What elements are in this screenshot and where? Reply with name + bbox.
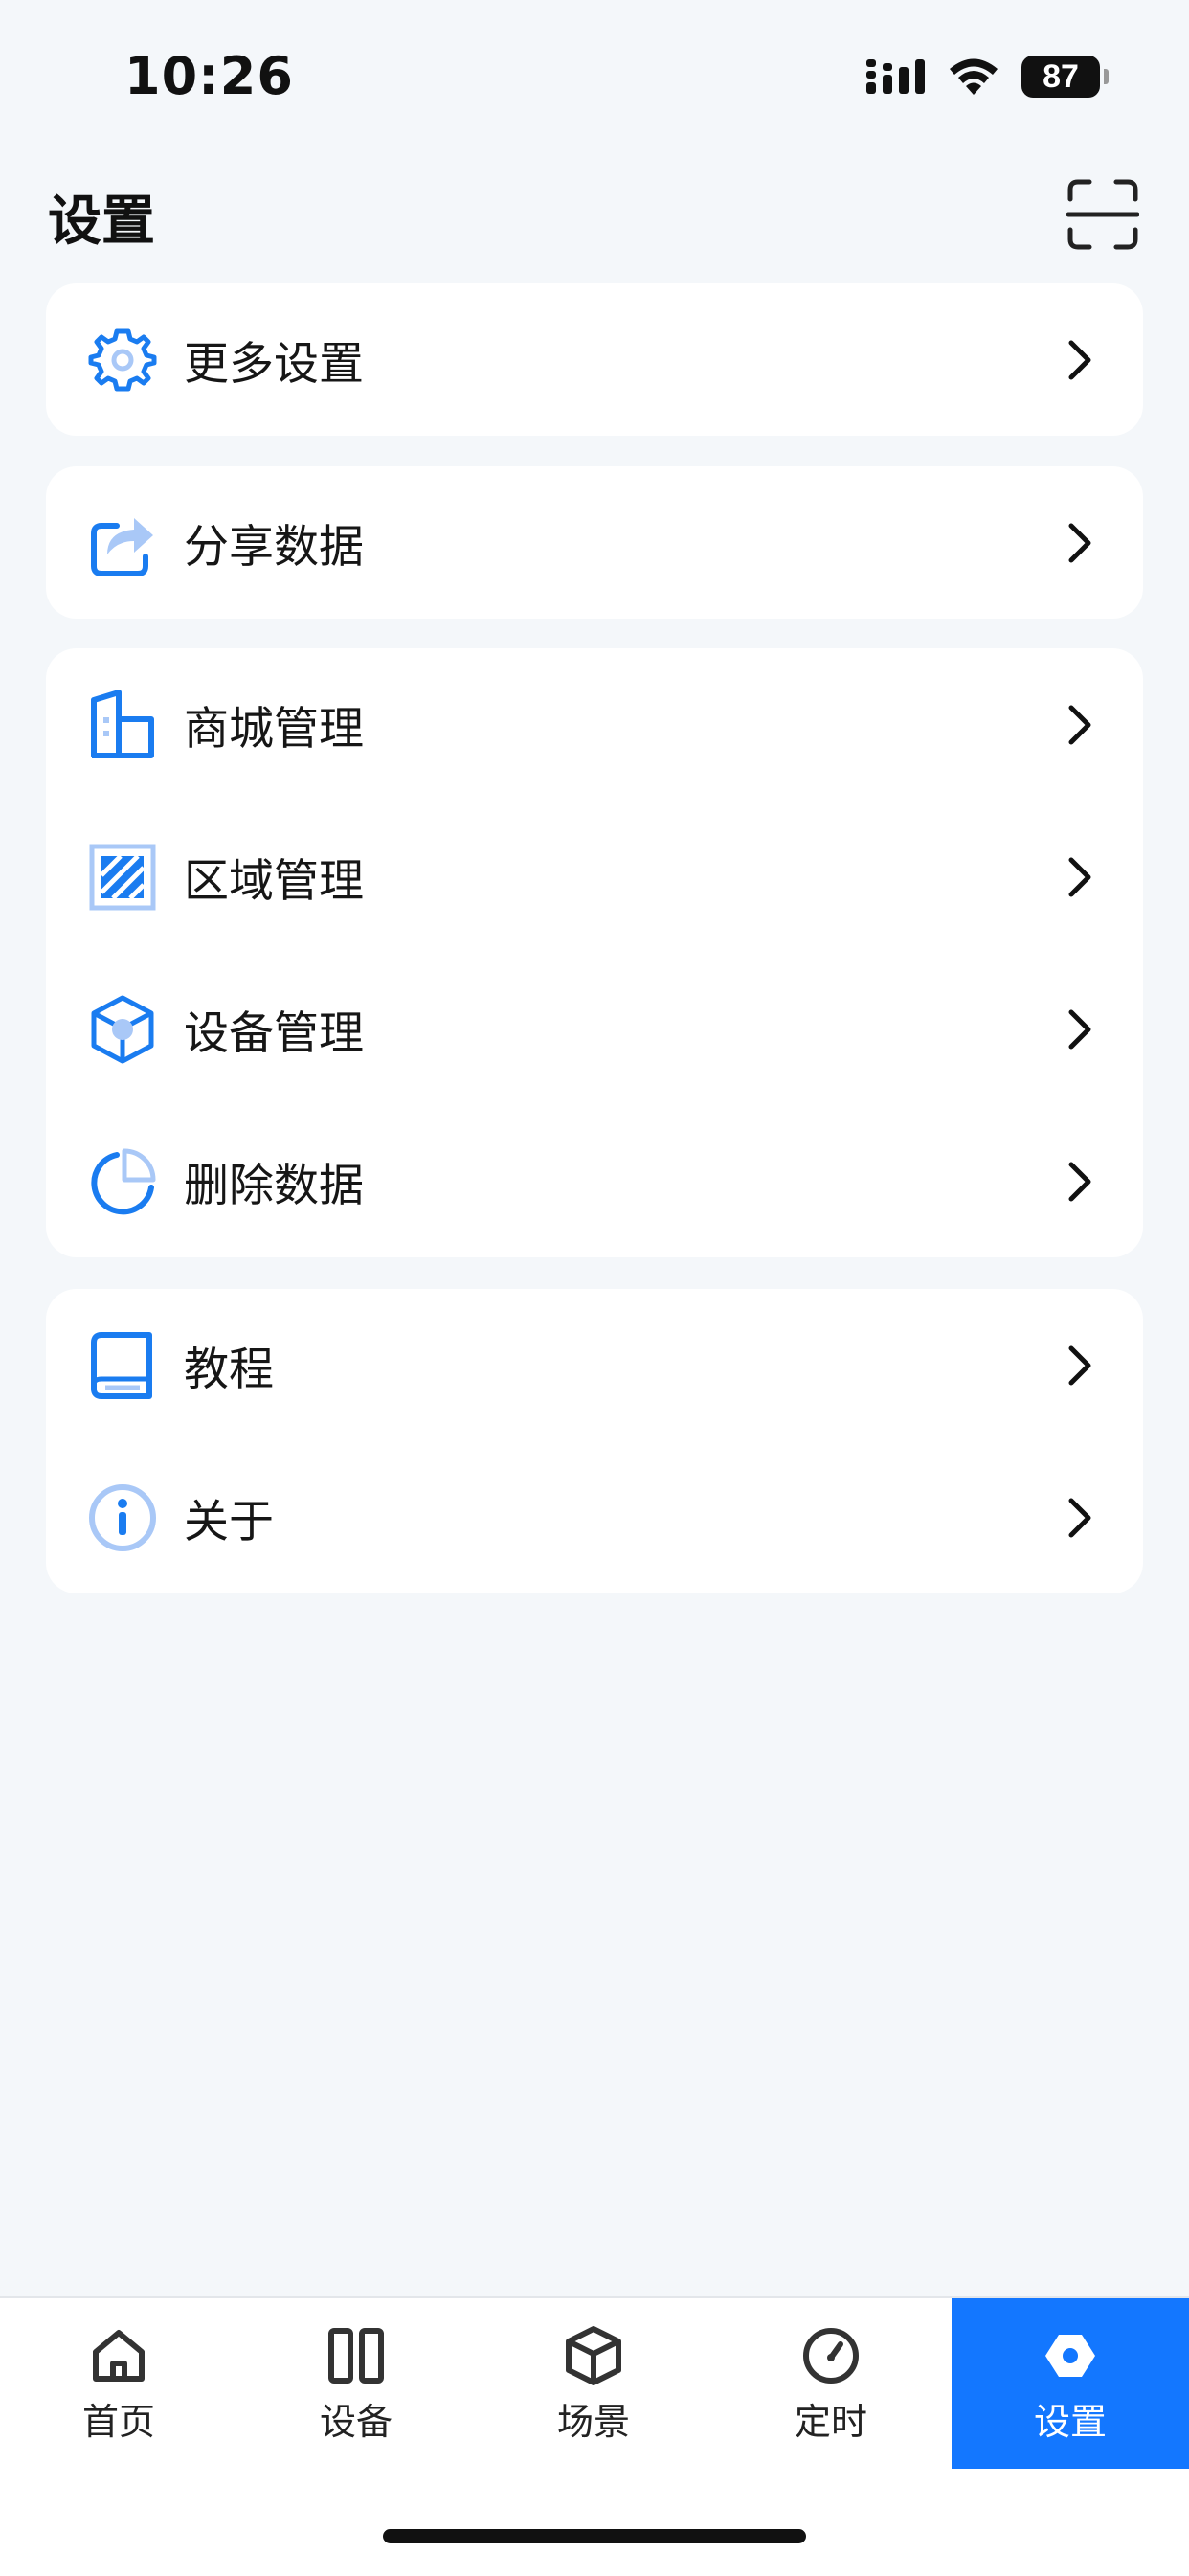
row-label: 分享数据: [184, 521, 364, 574]
battery-percent: 87: [1043, 57, 1079, 95]
settings-card-more: 更多设置: [46, 283, 1143, 436]
tab-label: 设置: [1033, 2401, 1107, 2443]
list-item-tutorial[interactable]: 教程: [46, 1289, 1143, 1441]
battery-cap: [1104, 69, 1109, 84]
tab-devices[interactable]: 设备: [237, 2298, 475, 2469]
battery-icon: 87: [1021, 56, 1100, 98]
battery-indicator: 87: [1021, 56, 1109, 98]
scene-cube-icon: [566, 2326, 621, 2385]
row-label: 删除数据: [184, 1160, 364, 1212]
cube-icon: [91, 995, 154, 1063]
chevron-right-icon: [1068, 340, 1091, 379]
chevron-right-icon: [1068, 1162, 1091, 1201]
chevron-right-icon: [1068, 705, 1091, 744]
list-item-mall-management[interactable]: 商城管理: [46, 648, 1143, 801]
tab-home[interactable]: 首页: [0, 2298, 237, 2469]
scan-icon: [1066, 179, 1140, 250]
row-label: 区域管理: [184, 855, 364, 908]
info-icon: [89, 1483, 156, 1551]
list-item-delete-data[interactable]: 删除数据: [46, 1105, 1143, 1257]
settings-icon: [1045, 2335, 1095, 2377]
chevron-right-icon: [1068, 1009, 1091, 1049]
row-label: 设备管理: [184, 1007, 364, 1060]
chevron-right-icon: [1068, 1345, 1091, 1385]
row-label: 关于: [184, 1496, 274, 1548]
status-time: 10:26: [124, 46, 294, 106]
wifi-icon: [950, 58, 998, 95]
settings-card-management: 商城管理 区域管理 设备管理 删除数据: [46, 648, 1143, 1257]
settings-card-help: 教程 关于: [46, 1289, 1143, 1593]
page-title: 设置: [48, 191, 155, 253]
list-item-about[interactable]: 关于: [46, 1441, 1143, 1593]
list-item-device-management[interactable]: 设备管理: [46, 953, 1143, 1105]
list-item-share-data[interactable]: 分享数据: [46, 466, 1143, 619]
chevron-right-icon: [1068, 523, 1091, 562]
home-indicator: [383, 2529, 806, 2543]
tab-timer[interactable]: 定时: [712, 2298, 950, 2469]
cellular-signal-icon: [866, 59, 925, 94]
tab-label: 设备: [319, 2401, 393, 2443]
devices-icon: [328, 2328, 384, 2384]
home-icon: [93, 2330, 145, 2382]
timer-icon: [803, 2328, 859, 2384]
tab-label: 场景: [556, 2401, 630, 2443]
chevron-right-icon: [1068, 857, 1091, 896]
tab-label: 首页: [81, 2401, 155, 2443]
scan-button[interactable]: [1066, 178, 1140, 251]
status-bar: 10:26 87: [0, 0, 1189, 144]
pie-icon: [91, 1148, 156, 1214]
gear-icon: [88, 328, 157, 391]
settings-card-share: 分享数据: [46, 466, 1143, 619]
list-item-area-management[interactable]: 区域管理: [46, 801, 1143, 953]
tab-settings[interactable]: 设置: [952, 2298, 1189, 2469]
book-icon: [91, 1331, 152, 1399]
row-label: 更多设置: [184, 338, 364, 391]
list-item-more-settings[interactable]: 更多设置: [46, 283, 1143, 436]
building-icon: [91, 689, 154, 758]
tab-label: 定时: [794, 2401, 867, 2443]
status-icons: 87: [866, 56, 1109, 98]
tab-scenes[interactable]: 场景: [475, 2298, 712, 2469]
chevron-right-icon: [1068, 1498, 1091, 1537]
row-label: 教程: [184, 1344, 274, 1396]
area-icon: [89, 844, 156, 910]
row-label: 商城管理: [184, 703, 364, 756]
share-icon: [91, 517, 153, 576]
